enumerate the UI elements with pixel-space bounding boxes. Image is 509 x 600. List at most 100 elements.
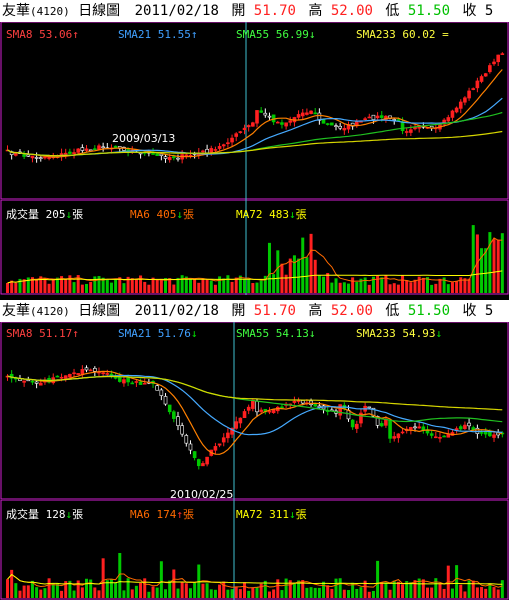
volume-bar (43, 278, 47, 293)
low-value: 51.50 (407, 303, 451, 319)
volume-bar (172, 284, 176, 293)
candle (84, 148, 89, 151)
candle (438, 437, 442, 439)
panel-border (0, 322, 509, 500)
candle (155, 385, 159, 391)
candle (367, 406, 372, 409)
sma8-line (7, 69, 503, 158)
sma8-line (7, 370, 503, 455)
candle (334, 125, 338, 127)
volume-bar (305, 587, 309, 598)
volume-bar (475, 587, 479, 598)
volume-bar (338, 578, 342, 598)
volume-bar (276, 250, 280, 293)
candle (221, 144, 226, 147)
volume-bar (35, 280, 39, 293)
candle (217, 146, 222, 149)
volume-bar (267, 591, 271, 598)
volume-bar (396, 284, 400, 293)
candle (434, 436, 438, 439)
panel-border (0, 22, 509, 200)
volume-bar (309, 233, 313, 293)
candle (267, 115, 272, 118)
volume-bar (450, 282, 454, 293)
candle (409, 129, 413, 133)
candle (458, 426, 463, 430)
volume-bar (421, 277, 425, 293)
candle (159, 153, 164, 156)
volume-bar (421, 579, 425, 598)
candle (463, 97, 467, 103)
volume-bar (471, 225, 475, 293)
candle (500, 53, 505, 55)
candle (342, 127, 347, 131)
volume-bar (188, 588, 192, 598)
volume-bar (292, 582, 296, 598)
candle (488, 65, 492, 73)
volume-bar (180, 275, 184, 293)
volume-bar (143, 578, 147, 598)
volume-bar (267, 242, 271, 293)
candle (488, 431, 492, 437)
candle (159, 389, 164, 396)
candle (350, 419, 355, 428)
candle (321, 119, 326, 124)
candle (400, 431, 405, 434)
volume-bar (401, 275, 405, 293)
date-annotation: 2010/02/25 (170, 488, 233, 500)
volume-bar (139, 582, 143, 598)
volume-bar (134, 279, 138, 293)
candle (475, 80, 480, 89)
candle (172, 156, 176, 159)
top-price-chart: 2009/03/13 (0, 22, 509, 200)
close-value: 5 (484, 3, 494, 19)
volume-bar (330, 282, 334, 293)
candle (413, 426, 417, 429)
volume-bar (313, 259, 317, 293)
volume-bar (463, 591, 467, 598)
volume-bar (434, 283, 438, 293)
top-volume-label: 成交量 205↓張 (6, 208, 84, 221)
bottom-price-chart: 2010/02/25 (0, 322, 509, 500)
candle (479, 76, 484, 82)
volume-bar (168, 278, 172, 293)
volume-bar (234, 586, 238, 598)
stock-code: (4120) (30, 5, 70, 18)
candle (117, 376, 122, 382)
volume-bar (101, 558, 105, 598)
volume-bar (480, 587, 484, 598)
stock-name: 友華 (2, 3, 30, 19)
candle (196, 459, 201, 467)
candle (363, 118, 367, 121)
candle (255, 110, 259, 124)
volume-bar (14, 583, 18, 598)
candle (180, 425, 184, 435)
volume-bar (388, 589, 392, 598)
candle (63, 152, 68, 155)
volume-bar (6, 282, 9, 293)
volume-bar (180, 582, 184, 598)
volume-bar (334, 578, 338, 598)
low-label: 低 (385, 3, 400, 19)
candle (313, 404, 318, 407)
volume-bar (89, 281, 93, 293)
volume-bar (355, 588, 359, 598)
candle (26, 154, 31, 157)
candle (93, 367, 97, 372)
volume-bar (322, 581, 326, 598)
volume-bar (459, 584, 463, 598)
candle (280, 406, 284, 409)
open-value: 51.70 (253, 303, 296, 319)
candle (68, 373, 72, 378)
sma21-line (7, 374, 503, 436)
volume-bar (222, 278, 226, 293)
candle (354, 423, 359, 429)
candle (34, 157, 39, 159)
volume-bar (47, 578, 51, 598)
close-label: 收 (462, 303, 477, 319)
candle (176, 416, 180, 426)
top-ma72-label: MA72 483↓張 (236, 208, 307, 221)
volume-bar (355, 281, 359, 293)
volume-bar (322, 276, 326, 293)
bottom-sma8-label: SMA8 51.17↑ (6, 327, 79, 340)
